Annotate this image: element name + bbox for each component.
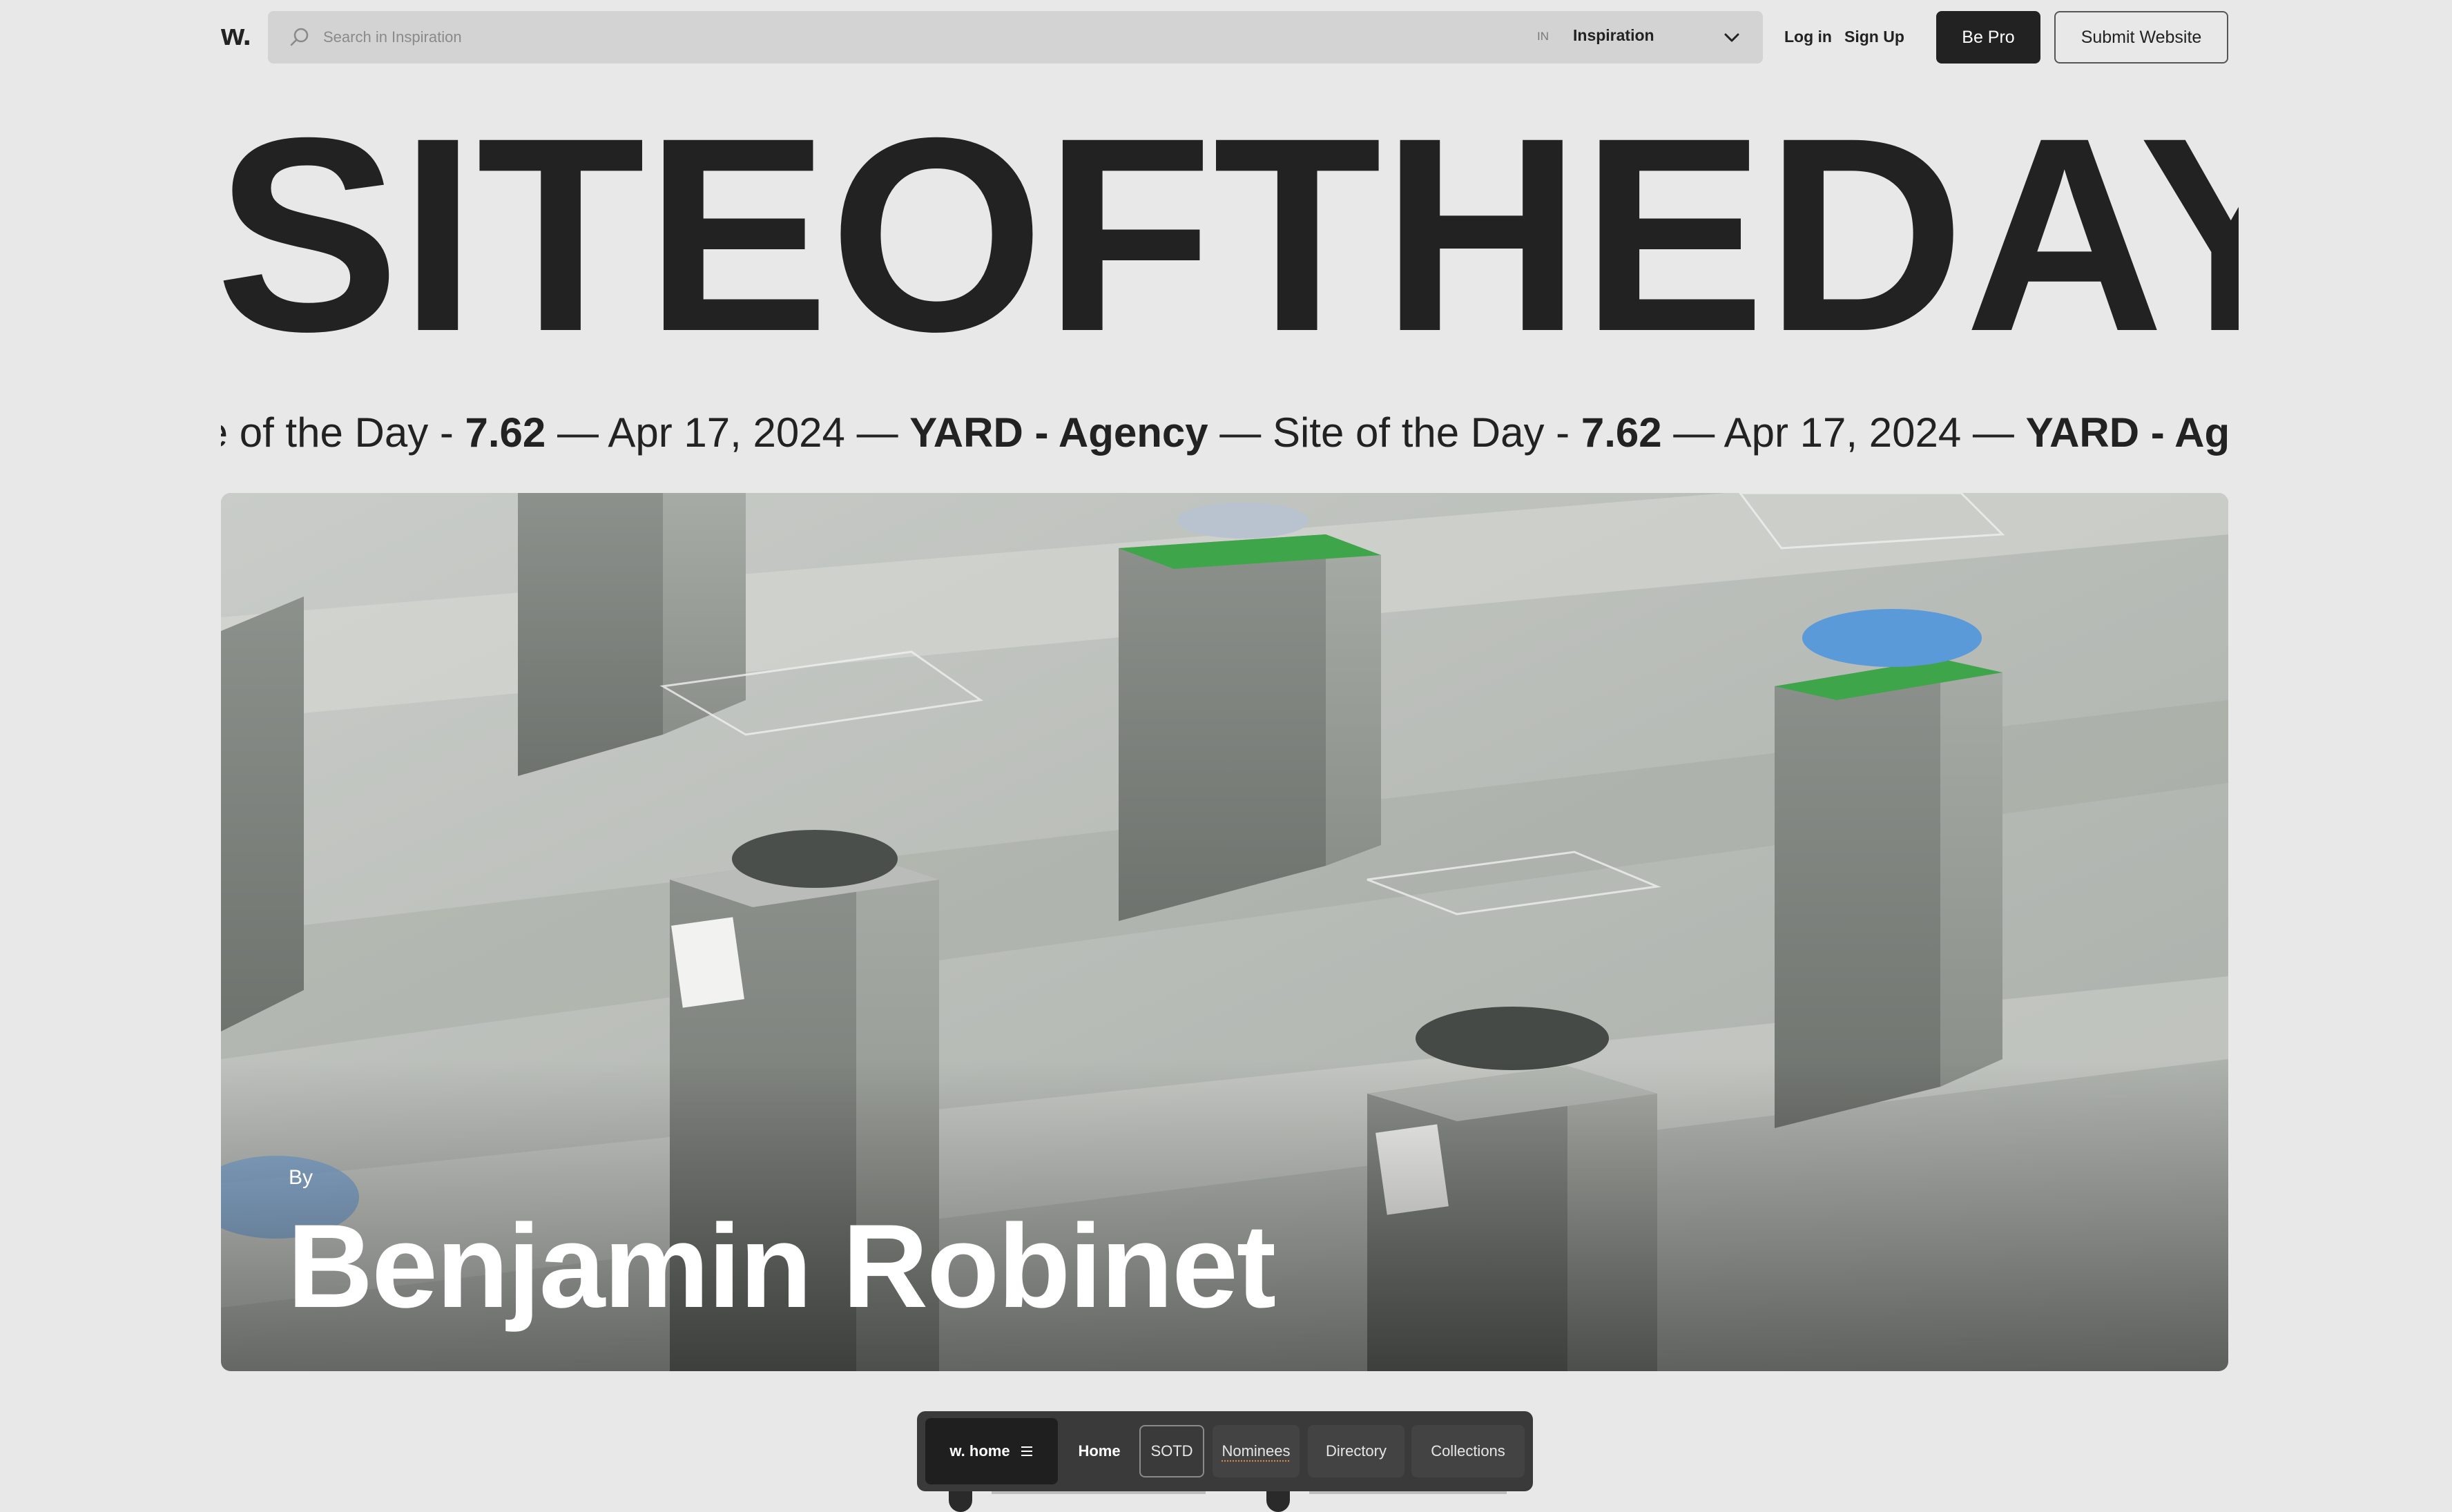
divider	[1309, 1491, 1507, 1494]
search-scope-select[interactable]: Inspiration	[1573, 11, 1763, 64]
submit-website-button[interactable]: Submit Website	[2054, 11, 2228, 64]
ticker-text: — Apr 17, 2024 —	[546, 409, 910, 456]
nav-nominees-label: Nominees	[1222, 1442, 1291, 1460]
award-ticker: te of the Day - 7.62 — Apr 17, 2024 — YA…	[221, 402, 2228, 464]
ticker-agency[interactable]: YARD - Agency	[909, 409, 1208, 456]
home-menu-button[interactable]: w. home	[925, 1418, 1058, 1484]
ticker-score: 7.62	[1581, 409, 1662, 456]
search-bar[interactable]: IN Inspiration	[268, 11, 1763, 64]
ticker-text: te of the Day -	[221, 409, 454, 456]
page-title: SITE OF THE DAY	[215, 104, 2239, 366]
site-logo[interactable]: w.	[221, 18, 251, 52]
headline-word: OF	[829, 104, 1213, 366]
search-input[interactable]	[322, 23, 1496, 51]
signup-link[interactable]: Sign Up	[1844, 28, 1904, 46]
nav-collections[interactable]: Collections	[1411, 1425, 1525, 1477]
chevron-down-icon	[1724, 33, 1739, 42]
hero-author-name[interactable]: Benjamin Robinet	[287, 1201, 1276, 1332]
search-icon	[290, 28, 309, 46]
nav-nominees[interactable]: Nominees	[1213, 1425, 1300, 1477]
hero-image[interactable]: By Benjamin Robinet	[221, 493, 2228, 1371]
bottom-navigation: w. home Home SOTD Nominees Directory Col…	[917, 1411, 1533, 1491]
nav-sotd[interactable]: SOTD	[1139, 1425, 1204, 1477]
divider	[992, 1491, 1206, 1494]
ticker-text: — Site of the Day -	[1208, 409, 1581, 456]
top-header: w. IN Inspiration Log in Sign Up Be Pro …	[221, 11, 2228, 64]
home-menu-label: w. home	[949, 1442, 1010, 1460]
search-scope-value: Inspiration	[1573, 26, 1654, 44]
ticker-text: — Apr 17, 2024 —	[1661, 409, 2026, 456]
ticker-score: 7.62	[465, 409, 546, 456]
headline-word: SITE	[215, 104, 830, 366]
ticker-agency[interactable]: YARD - Age	[2026, 409, 2228, 456]
avatar	[1266, 1491, 1290, 1512]
headline-word: THE	[1213, 104, 1766, 366]
login-link[interactable]: Log in	[1784, 28, 1832, 46]
nav-directory[interactable]: Directory	[1308, 1425, 1404, 1477]
menu-icon	[1021, 1446, 1032, 1456]
be-pro-button[interactable]: Be Pro	[1936, 11, 2040, 64]
avatar	[949, 1491, 972, 1512]
hero-by-label: By	[289, 1166, 313, 1189]
headline-word: DAY	[1765, 104, 2239, 366]
search-scope-prefix: IN	[1537, 30, 1549, 43]
nav-home[interactable]: Home	[1066, 1425, 1132, 1477]
ticker-track: te of the Day - 7.62 — Apr 17, 2024 — YA…	[221, 402, 2228, 464]
